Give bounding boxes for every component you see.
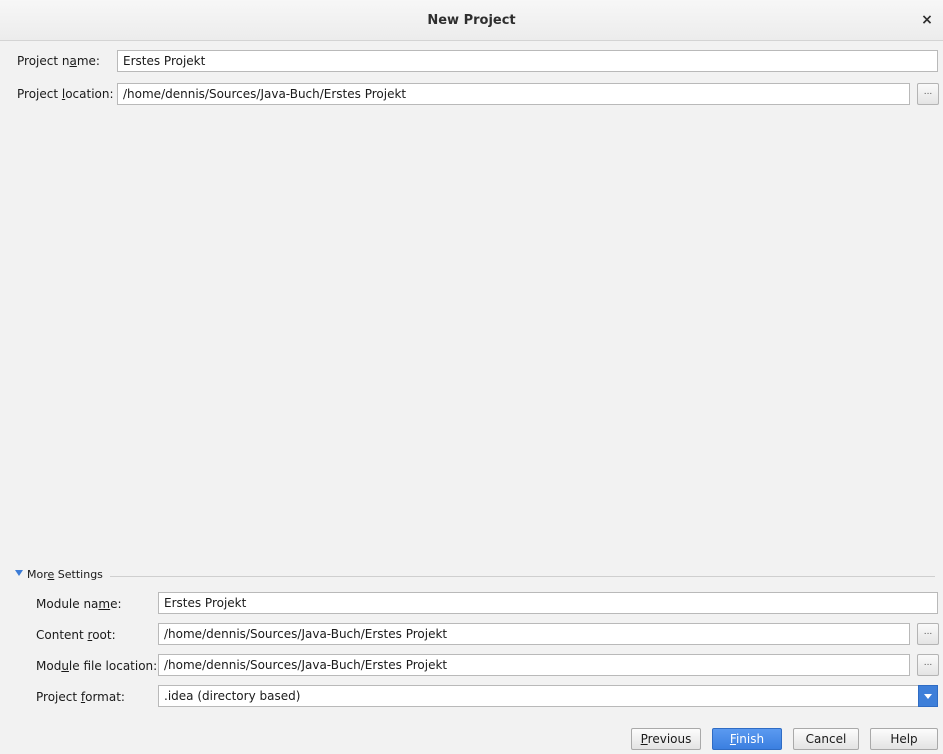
- module-file-location-label: Module file location:: [36, 659, 158, 673]
- ellipsis-icon: ...: [923, 627, 933, 637]
- project-name-label: Project name:: [17, 54, 100, 68]
- project-name-input[interactable]: Erstes Projekt: [117, 50, 938, 72]
- help-button[interactable]: Help: [870, 728, 938, 750]
- content-root-label: Content root:: [36, 628, 116, 642]
- project-format-value: .idea (directory based): [164, 689, 301, 703]
- content-root-browse-button[interactable]: ...: [917, 623, 939, 645]
- module-file-location-browse-button[interactable]: ...: [917, 654, 939, 676]
- ellipsis-icon: ...: [923, 658, 933, 668]
- close-icon[interactable]: ×: [919, 12, 935, 28]
- previous-button[interactable]: Previous: [631, 728, 701, 750]
- chevron-down-icon: [918, 685, 938, 707]
- finish-button[interactable]: Finish: [712, 728, 782, 750]
- module-file-location-input[interactable]: /home/dennis/Sources/Java-Buch/Erstes Pr…: [158, 654, 910, 676]
- project-location-browse-button[interactable]: ...: [917, 83, 939, 105]
- more-settings-separator: [110, 576, 935, 577]
- new-project-dialog: New Project × Project name: Erstes Proje…: [0, 0, 943, 754]
- cancel-button[interactable]: Cancel: [793, 728, 859, 750]
- more-settings-label: More Settings: [27, 568, 103, 581]
- ellipsis-icon: ...: [923, 87, 933, 97]
- project-format-label: Project format:: [36, 690, 125, 704]
- module-name-input[interactable]: Erstes Projekt: [158, 592, 938, 614]
- project-location-input[interactable]: /home/dennis/Sources/Java-Buch/Erstes Pr…: [117, 83, 910, 105]
- module-name-label: Module name:: [36, 597, 122, 611]
- triangle-down-icon: [15, 570, 23, 576]
- content-root-input[interactable]: /home/dennis/Sources/Java-Buch/Erstes Pr…: [158, 623, 910, 645]
- title-bar: New Project ×: [0, 0, 943, 41]
- project-format-select[interactable]: .idea (directory based): [158, 685, 938, 707]
- dialog-title: New Project: [427, 13, 516, 28]
- project-location-label: Project location:: [17, 87, 114, 101]
